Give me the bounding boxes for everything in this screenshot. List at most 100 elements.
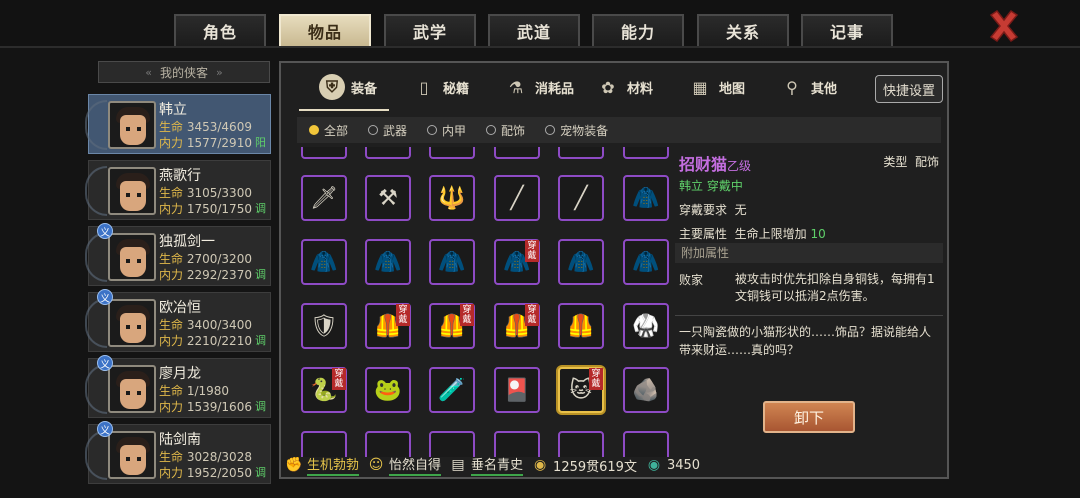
sworn-badge-icon: 义 (97, 421, 113, 437)
armor-icon: ⛨ (319, 74, 345, 100)
item-slot[interactable]: 🧪 (429, 367, 475, 413)
item-slot[interactable]: 🪨 (623, 367, 669, 413)
card-ring (85, 430, 107, 480)
wear-requirement-value: 无 (734, 203, 747, 217)
tab-equipment-label: 装备 (351, 81, 378, 97)
character-card[interactable]: 韩立 生命 3453/4609 内力 1577/2910 阳 (85, 94, 271, 154)
worn-tag: 穿戴 (525, 304, 539, 326)
tab-others[interactable]: ⚲ 其他 (779, 69, 837, 105)
mp-stat: 内力 1539/1606 (159, 400, 252, 414)
item-slot[interactable]: 🧥 (429, 239, 475, 285)
item-slot[interactable]: 🦺 穿戴 (429, 303, 475, 349)
item-slot[interactable]: 🐍 穿戴 (301, 367, 347, 413)
item-slot[interactable]: ⚒ (365, 175, 411, 221)
character-card[interactable]: 燕歌行 生命 3105/3300 内力 1750/1750 调 (85, 160, 271, 220)
item-slot[interactable]: 🦺 穿戴 (365, 303, 411, 349)
filter-all[interactable]: 全部 (309, 122, 348, 139)
tab-equipment[interactable]: ⛨ 装备 (319, 69, 377, 105)
character-name: 韩立 (159, 102, 187, 118)
avatar (108, 233, 156, 281)
card-ring (85, 232, 107, 282)
material-icon: ✿ (601, 77, 615, 97)
item-slot[interactable]: 🦺 穿戴 (494, 303, 540, 349)
item-slot[interactable]: ▬ (623, 147, 669, 159)
worn-tag: 穿戴 (332, 368, 346, 390)
item-slot[interactable]: 🔱 (429, 175, 475, 221)
item-slot[interactable]: 🧥 (623, 175, 669, 221)
gold-charm-icon: 🐸 (374, 377, 402, 403)
tab-relations[interactable]: 关系 (697, 14, 789, 46)
tab-items[interactable]: 物品 (279, 14, 371, 46)
quick-settings-button[interactable]: 快捷设置 (875, 75, 943, 103)
filter-weapons[interactable]: 武器 (368, 122, 407, 139)
filter-accessories[interactable]: 配饰 (486, 122, 525, 139)
tab-manuals-label: 秘籍 (443, 81, 470, 97)
item-slot[interactable]: ▬ (494, 147, 540, 159)
item-slot[interactable]: ╱ (494, 175, 540, 221)
item-slot[interactable]: ▬ (558, 147, 604, 159)
gold-robe-icon: 🧥 (632, 249, 660, 275)
tab-others-label: 其他 (811, 81, 838, 97)
item-grade: 乙级 (727, 159, 752, 173)
item-slot[interactable]: 🦺 (558, 303, 604, 349)
item-slot[interactable]: ▬ (365, 147, 411, 159)
staff-icon: ╱ (510, 185, 524, 211)
mood-status[interactable]: ☺ 怡然自得 (367, 454, 442, 476)
item-slot[interactable]: ▬ (301, 147, 347, 159)
tab-materials-label: 材料 (627, 81, 654, 97)
item-slot[interactable]: 🧥 (558, 239, 604, 285)
item-slot[interactable]: 🎴 (494, 367, 540, 413)
main-attribute-text: 生命上限增加 (734, 227, 807, 241)
tab-martial-arts[interactable]: 武学 (384, 14, 476, 46)
tab-abilities[interactable]: 能力 (592, 14, 684, 46)
scroll-icon: ▤ (451, 457, 465, 473)
character-card[interactable]: 义廖月龙 生命 1/1980 内力 1539/1606 调 (85, 355, 271, 418)
item-slot[interactable]: 🛡 (301, 303, 347, 349)
other-icon: ⚲ (786, 77, 798, 97)
tab-consumables[interactable]: ⚗ 消耗品 (503, 69, 574, 105)
item-grid: ▬ ▬ ▬ ▬ ▬ ▬ 🗡 ⚒ 🔱 ╱ ╱ 🧥 🧥 🧥 🧥 🧥穿戴 🧥 🧥 🛡 🦺穿戴 🦺穿戴 🦺穿戴 🦺 🥋 🐍穿戴 🐸 🧪 🎴 🐱穿… (301, 147, 671, 457)
hp-stat: 生命 2700/3200 (159, 252, 252, 266)
item-slot[interactable]: ╱ (558, 175, 604, 221)
item-slot[interactable]: 🧥 (301, 239, 347, 285)
tab-maps-label: 地图 (719, 81, 746, 97)
mp-stat: 内力 1952/2050 (159, 466, 252, 480)
filter-label: 武器 (383, 123, 408, 138)
avatar (108, 365, 156, 413)
filter-inner-armor[interactable]: 内甲 (427, 122, 466, 139)
avatar (108, 299, 156, 347)
avatar (108, 431, 156, 479)
character-name: 陆剑南 (159, 432, 201, 448)
money-value: 1259贯619文 (553, 459, 637, 475)
tab-journal[interactable]: 记事 (801, 14, 893, 46)
fame-status[interactable]: ▤ 垂名青史 (449, 454, 524, 476)
mood-status-label: 怡然自得 (389, 454, 442, 476)
item-slot[interactable]: 🧥 (623, 239, 669, 285)
character-card[interactable]: 义陆剑南 生命 3028/3028 内力 1952/2050 调 (85, 421, 271, 484)
item-slot[interactable]: ▬ (429, 147, 475, 159)
close-icon[interactable] (986, 8, 1022, 44)
item-slot[interactable]: 🥋 (623, 303, 669, 349)
owner-status: 韩立 穿戴中 (679, 179, 743, 193)
character-card[interactable]: 义独孤剑一 生命 2700/3200 内力 2292/2370 调 (85, 223, 271, 286)
item-slot[interactable]: 🐱 穿戴 (558, 367, 604, 413)
item-slot[interactable]: 🧥 (365, 239, 411, 285)
unequip-button[interactable]: 卸下 (763, 401, 855, 433)
item-slot[interactable]: 🗡 (301, 175, 347, 221)
tab-maps[interactable]: ▦ 地图 (687, 69, 745, 105)
tab-manuals[interactable]: ▯ 秘籍 (411, 69, 469, 105)
vitality-status[interactable]: ✊ 生机勃勃 (285, 454, 360, 476)
hp-stat: 生命 1/1980 (159, 384, 230, 398)
tab-martial-way[interactable]: 武道 (488, 14, 580, 46)
wear-requirement: 穿戴要求 无 (679, 201, 747, 218)
tab-materials[interactable]: ✿ 材料 (595, 69, 653, 105)
mp-stat: 内力 2210/2210 (159, 334, 252, 348)
hp-stat: 生命 3400/3400 (159, 318, 252, 332)
item-slot[interactable]: 🧥 穿戴 (494, 239, 540, 285)
item-slot[interactable]: 🐸 (365, 367, 411, 413)
worn-tag: 穿戴 (460, 304, 474, 326)
character-card[interactable]: 义欧冶恒 生命 3400/3400 内力 2210/2210 调 (85, 289, 271, 352)
filter-pet-equipment[interactable]: 宠物装备 (545, 122, 608, 139)
tab-role[interactable]: 角色 (174, 14, 266, 46)
state-tag: 调 (255, 202, 266, 215)
